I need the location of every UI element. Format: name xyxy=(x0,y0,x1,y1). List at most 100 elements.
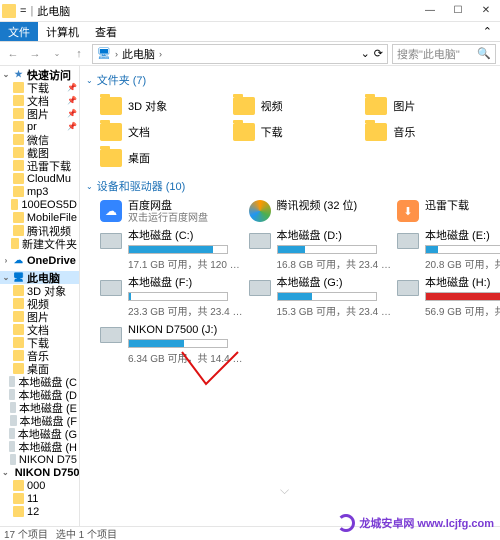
tree-item[interactable]: 本地磁盘 (H xyxy=(0,440,79,453)
device-item[interactable]: NIKON D7500 (J:) 6.34 GB 可用，共 14.4 … xyxy=(100,324,243,365)
folder-icon xyxy=(233,123,255,141)
device-item[interactable]: ☁ 百度网盘双击运行百度网盘 xyxy=(100,200,243,224)
refresh-icon[interactable]: ⟳ xyxy=(374,47,383,60)
usage-bar xyxy=(128,292,228,301)
device-icon xyxy=(100,277,122,299)
device-grid: ☁ 百度网盘双击运行百度网盘 腾讯视频 (32 位) ⬇ 迅雷下载 本地磁盘 (… xyxy=(100,200,494,365)
device-name: 迅雷下载 xyxy=(425,200,469,212)
tab-file[interactable]: 文件 xyxy=(0,22,38,41)
title-sep: = xyxy=(20,5,26,17)
tab-computer[interactable]: 计算机 xyxy=(38,22,87,41)
device-icon xyxy=(397,230,419,252)
folder-icon xyxy=(100,97,122,115)
nav-up-button[interactable]: ↑ xyxy=(70,45,88,63)
nav-recent-dropdown[interactable]: ⌄ xyxy=(48,45,66,63)
tree-nikon[interactable]: ⌄NIKON D750 xyxy=(0,466,79,479)
usage-text: 23.3 GB 可用，共 23.4 … xyxy=(128,303,243,318)
device-icon xyxy=(249,277,271,299)
folder-item[interactable]: 下载 xyxy=(233,120,362,144)
device-name: 本地磁盘 (G:) xyxy=(277,277,392,289)
usage-bar xyxy=(425,245,500,254)
folder-item[interactable]: 音乐 xyxy=(365,120,494,144)
crumb-root[interactable]: 此电脑 xyxy=(122,46,155,62)
tree-item[interactable]: 000 xyxy=(0,479,79,492)
device-name: 本地磁盘 (H:) xyxy=(425,277,500,289)
usage-bar xyxy=(425,292,500,301)
device-item[interactable]: 本地磁盘 (C:) 17.1 GB 可用，共 120 … xyxy=(100,230,243,271)
titlebar: = | 此电脑 — ☐ ✕ xyxy=(0,0,500,22)
tree-item[interactable]: mp3 xyxy=(0,185,79,198)
device-subtitle: 双击运行百度网盘 xyxy=(128,213,208,224)
device-icon xyxy=(100,324,122,346)
device-item[interactable]: 本地磁盘 (G:) 15.3 GB 可用，共 23.4 … xyxy=(249,277,392,318)
device-name: 本地磁盘 (C:) xyxy=(128,230,240,242)
maximize-button[interactable]: ☐ xyxy=(446,2,470,20)
folder-icon xyxy=(233,97,255,115)
status-item-count: 17 个项目 xyxy=(4,526,48,540)
device-item[interactable]: 本地磁盘 (F:) 23.3 GB 可用，共 23.4 … xyxy=(100,277,243,318)
tree-item[interactable]: 12 xyxy=(0,505,79,518)
title-divider: | xyxy=(30,5,33,17)
tree-item[interactable]: 100EOS5D xyxy=(0,198,79,211)
device-name: 百度网盘 xyxy=(128,200,208,212)
minimize-button[interactable]: — xyxy=(418,2,442,20)
device-icon xyxy=(100,230,122,252)
tree-item[interactable]: 新建文件夹 xyxy=(0,237,79,250)
crumb-arrow-1: › xyxy=(115,49,118,59)
status-bar: 17 个项目 选中 1 个项目 xyxy=(0,526,500,540)
window-title: 此电脑 xyxy=(37,3,70,19)
device-icon xyxy=(249,200,271,222)
device-name: 本地磁盘 (D:) xyxy=(277,230,392,242)
app-folder-icon xyxy=(2,4,16,18)
search-placeholder: 搜索"此电脑" xyxy=(397,46,460,62)
folder-item[interactable]: 视频 xyxy=(233,94,362,118)
ribbon-expand-icon[interactable]: ⌃ xyxy=(475,22,500,41)
folder-grid: 3D 对象视频图片文档下载音乐桌面 xyxy=(100,94,494,170)
crumb-pc-icon: 🖥 xyxy=(97,47,111,60)
tree-item[interactable]: 迅雷下载 xyxy=(0,159,79,172)
ribbon-tabs: 文件 计算机 查看 ⌃ xyxy=(0,22,500,42)
tree-item[interactable]: 11 xyxy=(0,492,79,505)
tree-item[interactable]: NIKON D75 xyxy=(0,453,79,466)
device-item[interactable]: 本地磁盘 (H:) 56.9 GB 可用，共 861 … xyxy=(397,277,500,318)
device-item[interactable]: 本地磁盘 (E:)20.8 GB 可用，共 23.4 … xyxy=(397,230,500,271)
breadcrumb[interactable]: 🖥 › 此电脑 › ⌄ ⟳ xyxy=(92,44,388,64)
usage-bar xyxy=(128,339,228,348)
usage-text: 56.9 GB 可用，共 861 … xyxy=(425,303,500,318)
close-button[interactable]: ✕ xyxy=(474,2,498,20)
address-bar-row: ← → ⌄ ↑ 🖥 › 此电脑 › ⌄ ⟳ 搜索"此电脑" 🔍 xyxy=(0,42,500,66)
content-pane: ⌄文件夹 (7) 3D 对象视频图片文档下载音乐桌面 ⌄设备和驱动器 (10) … xyxy=(80,66,500,526)
nav-forward-button[interactable]: → xyxy=(26,45,44,63)
device-name: 腾讯视频 (32 位) xyxy=(277,200,358,212)
device-name: NIKON D7500 (J:) xyxy=(128,324,243,336)
section-devices[interactable]: ⌄设备和驱动器 (10) xyxy=(86,176,494,196)
folder-item[interactable]: 桌面 xyxy=(100,146,229,170)
device-icon xyxy=(397,277,419,299)
tab-view[interactable]: 查看 xyxy=(87,22,125,41)
section-folders[interactable]: ⌄文件夹 (7) xyxy=(86,70,494,90)
search-icon: 🔍 xyxy=(477,47,491,60)
device-name: 本地磁盘 (F:) xyxy=(128,277,243,289)
usage-text: 17.1 GB 可用，共 120 … xyxy=(128,256,240,271)
usage-text: 15.3 GB 可用，共 23.4 … xyxy=(277,303,392,318)
crumb-dropdown-icon[interactable]: ⌄ xyxy=(361,47,370,60)
folder-icon xyxy=(100,149,122,167)
device-icon: ☁ xyxy=(100,200,122,222)
device-item[interactable]: 本地磁盘 (D:)16.8 GB 可用，共 23.4 … xyxy=(249,230,392,271)
device-item[interactable]: ⬇ 迅雷下载 xyxy=(397,200,500,224)
tree-onedrive[interactable]: ›☁OneDrive xyxy=(0,254,79,267)
tree-item[interactable]: 图片📌 xyxy=(0,107,79,120)
tree-item[interactable]: CloudMu xyxy=(0,172,79,185)
usage-bar xyxy=(277,245,377,254)
folder-item[interactable]: 文档 xyxy=(100,120,229,144)
nav-back-button[interactable]: ← xyxy=(4,45,22,63)
search-input[interactable]: 搜索"此电脑" 🔍 xyxy=(392,44,496,64)
folder-icon xyxy=(100,123,122,141)
device-item[interactable]: 腾讯视频 (32 位) xyxy=(249,200,392,224)
device-name: 本地磁盘 (E:) xyxy=(425,230,500,242)
nav-tree[interactable]: ⌄★快速访问 下载📌文档📌图片📌pr📌微信截图迅雷下载CloudMump3100… xyxy=(0,66,80,526)
window-controls: — ☐ ✕ xyxy=(418,2,498,20)
folder-item[interactable]: 3D 对象 xyxy=(100,94,229,118)
folder-item[interactable]: 图片 xyxy=(365,94,494,118)
usage-text: 6.34 GB 可用，共 14.4 … xyxy=(128,350,243,365)
